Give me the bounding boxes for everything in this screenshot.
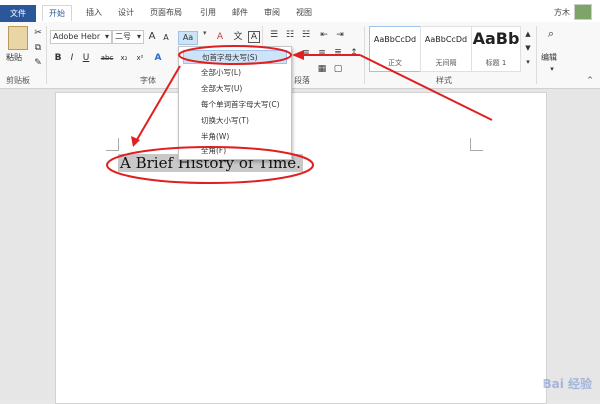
shading-icon[interactable]: ▦ xyxy=(316,63,328,75)
menu-item-half-width[interactable]: 半角(W) xyxy=(183,130,287,144)
menu-item-uppercase[interactable]: 全部大写(U) xyxy=(183,82,287,96)
change-case-menu: 句首字母大写(S) 全部小写(L) 全部大写(U) 每个单词首字母大写(C) 切… xyxy=(178,46,292,160)
menu-item-toggle-case[interactable]: 切换大小写(T) xyxy=(183,114,287,128)
binoculars-icon[interactable]: ⌕ xyxy=(544,28,558,40)
tab-page-layout[interactable]: 页面布局 xyxy=(144,5,188,20)
style-no-spacing[interactable]: AaBbCcDd 无间隔 xyxy=(420,26,472,72)
multilevel-list-icon[interactable]: ☵ xyxy=(300,29,312,41)
editing-button[interactable]: 编辑 xyxy=(541,52,557,63)
character-border-icon[interactable]: A xyxy=(248,31,260,43)
format-painter-icon[interactable]: ✎ xyxy=(32,57,44,69)
italic-button[interactable]: I xyxy=(66,52,78,64)
chevron-up-icon[interactable]: ▲ xyxy=(522,28,534,40)
phonetic-guide-icon[interactable]: 文 xyxy=(232,31,244,43)
clear-formatting-icon[interactable]: A xyxy=(214,31,226,43)
subscript-icon[interactable]: x₂ xyxy=(118,52,130,64)
ribbon: 粘贴 ✂ ⧉ ✎ 剪贴板 Adobe Hebr ▾ 二号 ▾ A A Aa ▾ A … xyxy=(0,22,600,89)
menu-item-lowercase[interactable]: 全部小写(L) xyxy=(183,66,287,80)
decrease-indent-icon[interactable]: ⇤ xyxy=(318,29,330,41)
numbering-icon[interactable]: ☷ xyxy=(284,29,296,41)
clipboard-group-label: 剪贴板 xyxy=(6,76,30,85)
group-separator xyxy=(536,26,537,84)
superscript-icon[interactable]: x² xyxy=(134,52,146,64)
menu-item-full-width[interactable]: 全角(F) xyxy=(183,144,287,158)
crop-mark xyxy=(470,138,483,151)
chevron-down-icon[interactable]: ▾ xyxy=(203,29,207,37)
strikethrough-button[interactable]: abc xyxy=(98,52,116,64)
more-styles-icon[interactable]: ▾ xyxy=(522,56,534,68)
tab-insert[interactable]: 插入 xyxy=(80,5,108,20)
chevron-down-icon[interactable]: ▼ xyxy=(522,42,534,54)
line-spacing-icon[interactable]: ↕ xyxy=(348,47,360,59)
change-case-button[interactable]: Aa xyxy=(178,31,198,45)
user-name[interactable]: 方木 xyxy=(554,7,570,18)
align-right-icon[interactable]: ≡ xyxy=(316,47,328,59)
bullets-icon[interactable]: ☰ xyxy=(268,29,280,41)
underline-button[interactable]: U xyxy=(80,52,92,64)
grow-font-button[interactable]: A xyxy=(146,31,158,43)
increase-indent-icon[interactable]: ⇥ xyxy=(334,29,346,41)
tab-view[interactable]: 视图 xyxy=(290,5,318,20)
avatar[interactable] xyxy=(574,4,592,20)
copy-icon[interactable]: ⧉ xyxy=(32,42,44,54)
cut-icon[interactable]: ✂ xyxy=(32,27,44,39)
styles-group-label: 样式 xyxy=(436,76,452,85)
style-heading-1[interactable]: AaBb 标题 1 xyxy=(471,26,521,72)
tab-mailings[interactable]: 邮件 xyxy=(226,5,254,20)
tab-file[interactable]: 文件 xyxy=(0,5,36,22)
align-center-icon[interactable]: ≡ xyxy=(300,47,312,59)
collapse-ribbon-icon[interactable]: ^ xyxy=(584,74,596,86)
font-group-label: 字体 xyxy=(140,76,156,85)
text-effects-button[interactable]: A xyxy=(152,52,164,64)
paragraph-group-label: 段落 xyxy=(294,76,310,85)
justify-icon[interactable]: ≣ xyxy=(332,47,344,59)
ribbon-tab-bar: 文件 开始 插入 设计 页面布局 引用 邮件 审阅 视图 方木 xyxy=(0,0,600,23)
shrink-font-button[interactable]: A xyxy=(160,32,172,44)
tab-review[interactable]: 审阅 xyxy=(258,5,286,20)
paste-button-label[interactable]: 粘贴 xyxy=(6,52,22,63)
menu-item-sentence-case[interactable]: 句首字母大写(S) xyxy=(183,50,287,64)
paste-icon[interactable] xyxy=(8,26,28,50)
tab-references[interactable]: 引用 xyxy=(194,5,222,20)
font-size-select[interactable]: 二号 ▾ xyxy=(112,30,144,44)
group-separator xyxy=(364,26,365,84)
borders-icon[interactable]: ▢ xyxy=(332,63,344,75)
chevron-down-icon[interactable]: ▾ xyxy=(546,63,558,75)
menu-item-capitalize-each-word[interactable]: 每个单词首字母大写(C) xyxy=(183,98,287,112)
font-name-select[interactable]: Adobe Hebr ▾ xyxy=(50,30,112,44)
tab-design[interactable]: 设计 xyxy=(112,5,140,20)
group-separator xyxy=(46,26,47,84)
crop-mark xyxy=(106,138,119,151)
tab-home[interactable]: 开始 xyxy=(42,5,72,21)
watermark: Bai 经验 xyxy=(542,377,592,391)
bold-button[interactable]: B xyxy=(52,52,64,64)
style-normal[interactable]: AaBbCcDd 正文 xyxy=(369,26,421,72)
